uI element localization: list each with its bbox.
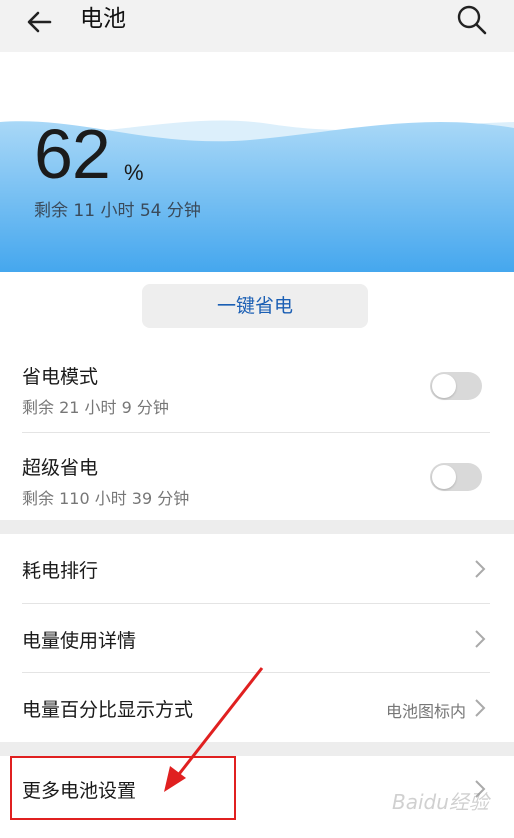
annotation-arrow-icon [164, 667, 264, 792]
watermark: Baidu经验 [392, 790, 489, 814]
